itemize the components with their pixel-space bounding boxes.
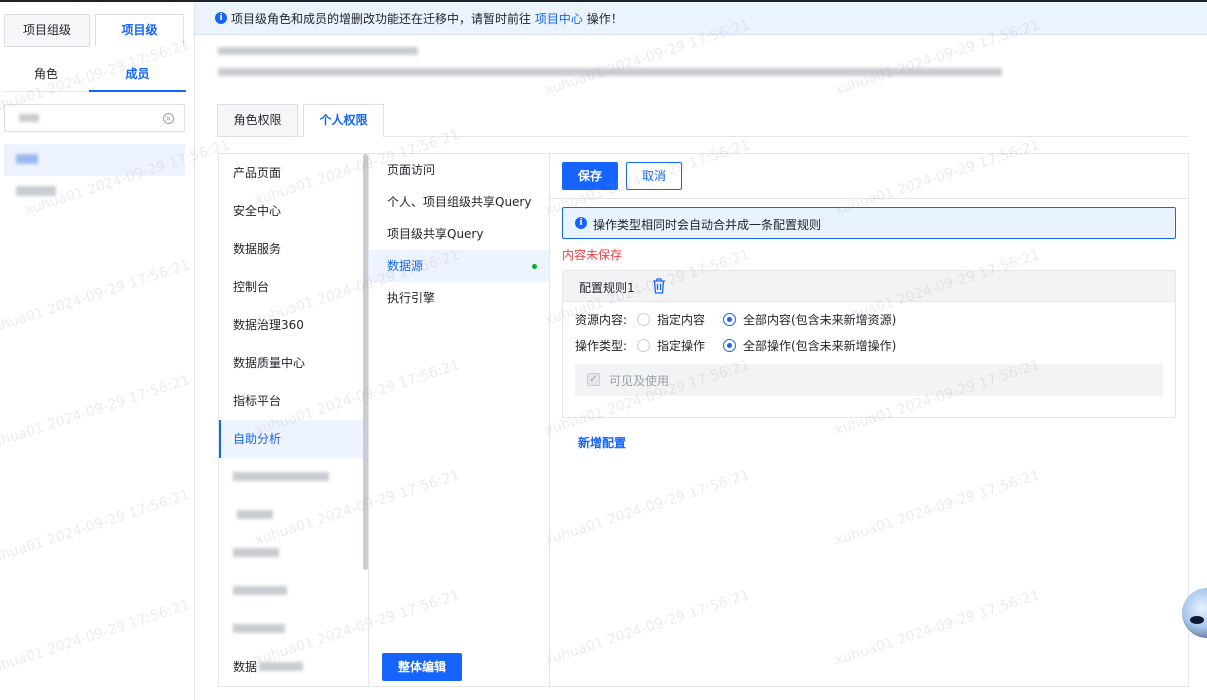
member-list-item[interactable] (4, 176, 185, 208)
trash-icon[interactable] (651, 277, 667, 295)
member-list-item-selected[interactable] (4, 144, 185, 176)
category-item[interactable]: 页面访问 (369, 154, 549, 186)
cancel-button[interactable]: 取消 (626, 162, 682, 190)
product-item-redacted[interactable] (219, 534, 363, 572)
product-name-redacted (233, 624, 285, 633)
product-item-redacted[interactable] (219, 572, 363, 610)
bulk-edit-button[interactable]: 整体编辑 (382, 653, 462, 681)
product-item[interactable]: 数据质量中心 (219, 344, 363, 382)
permission-editor: 产品页面 安全中心 数据服务 控制台 数据治理360 数据质量中心 指标平台 自… (218, 153, 1189, 687)
tab-member[interactable]: 成员 (89, 56, 186, 92)
product-item-redacted[interactable] (219, 458, 363, 496)
add-config-link[interactable]: 新增配置 (578, 434, 626, 451)
category-item[interactable]: 个人、项目组级共享Query (369, 186, 549, 218)
left-panel: 项目组级 项目级 角色 成员 × (0, 2, 195, 700)
tab-role-permission[interactable]: 角色权限 (217, 104, 298, 137)
config-rule-title: 配置规则1 (579, 281, 635, 295)
info-icon: i (215, 12, 227, 24)
member-detail-redacted (218, 68, 1002, 76)
product-name-redacted (259, 662, 303, 671)
tab-role[interactable]: 角色 (4, 56, 88, 92)
product-list-scrollbar[interactable] (363, 154, 368, 570)
operation-type-label: 操作类型: (575, 339, 628, 353)
visible-use-label: 可见及使用 (609, 374, 670, 388)
tab-personal-permission[interactable]: 个人权限 (303, 104, 384, 137)
resource-specified-label[interactable]: 指定内容 (657, 311, 705, 328)
product-item-partial[interactable]: 数据 (219, 648, 363, 686)
clear-icon[interactable]: × (163, 113, 174, 124)
merge-notice-text: 操作类型相同时会自动合并成一条配置规则 (593, 218, 822, 232)
member-search: × (4, 104, 185, 132)
product-name-redacted (233, 586, 287, 595)
resource-all-label[interactable]: 全部内容(包含未来新增资源) (743, 311, 896, 328)
visible-use-checkbox[interactable]: ✓ (587, 373, 600, 386)
operation-options: ✓ 可见及使用 (575, 364, 1163, 396)
info-icon: i (575, 217, 587, 229)
banner-text-after: 操作！ (586, 12, 623, 26)
banner-text: 项目级角色和成员的增删改功能还在迁移中，请暂时前往 项目中心 操作！ (231, 10, 623, 27)
member-name-redacted (16, 154, 38, 164)
save-button[interactable]: 保存 (562, 162, 618, 190)
permission-category-list: 页面访问 个人、项目组级共享Query 项目级共享Query 数据源 执行引擎 … (369, 154, 550, 686)
product-item[interactable]: 产品页面 (219, 154, 363, 192)
product-name-redacted (233, 472, 329, 481)
product-item-redacted[interactable] (219, 610, 363, 648)
config-panel: 保存 取消 i 操作类型相同时会自动合并成一条配置规则 内容未保存 配置规则1 … (550, 154, 1188, 686)
project-center-link[interactable]: 项目中心 (535, 12, 583, 26)
operation-all-radio[interactable] (723, 339, 736, 352)
level-tabs: 项目组级 项目级 (4, 14, 184, 48)
resource-content-label: 资源内容: (575, 313, 628, 327)
category-item[interactable]: 项目级共享Query (369, 218, 549, 250)
product-item[interactable]: 数据服务 (219, 230, 363, 268)
category-item[interactable]: 执行引擎 (369, 282, 549, 314)
category-label: 数据源 (387, 259, 424, 273)
member-header-redacted (218, 47, 418, 55)
operation-specified-label[interactable]: 指定操作 (657, 337, 705, 354)
product-item[interactable]: 安全中心 (219, 192, 363, 230)
modified-dot-icon (532, 264, 537, 269)
product-list: 产品页面 安全中心 数据服务 控制台 数据治理360 数据质量中心 指标平台 自… (219, 154, 369, 686)
resource-all-radio[interactable] (723, 313, 736, 326)
member-name-redacted (16, 186, 56, 196)
resource-specified-radio[interactable] (637, 313, 650, 326)
category-item-selected[interactable]: 数据源 (369, 250, 549, 282)
config-rule-card: 配置规则1 资源内容: 指定内容 全部内容(包含未来新增资源) 操作类型: 指定… (562, 270, 1176, 418)
product-label-partial: 数据 (233, 660, 258, 674)
migration-banner: i 项目级角色和成员的增删改功能还在迁移中，请暂时前往 项目中心 操作！ (195, 2, 1207, 35)
product-item-redacted[interactable] (219, 496, 363, 534)
search-value-redacted (19, 114, 39, 122)
tab-project-level[interactable]: 项目级 (95, 14, 184, 47)
product-item-selected[interactable]: 自助分析 (219, 420, 363, 458)
unsaved-warning: 内容未保存 (562, 248, 623, 262)
merge-notice: i 操作类型相同时会自动合并成一条配置规则 (562, 207, 1176, 239)
banner-text-before: 项目级角色和成员的增删改功能还在迁移中，请暂时前往 (231, 12, 532, 26)
config-rule-header: 配置规则1 (563, 271, 1175, 302)
role-member-tabs: 角色 成员 (4, 56, 186, 92)
product-item[interactable]: 指标平台 (219, 382, 363, 420)
product-name-redacted (233, 548, 279, 557)
operation-specified-radio[interactable] (637, 339, 650, 352)
product-item[interactable]: 控制台 (219, 268, 363, 306)
tab-project-group-level[interactable]: 项目组级 (4, 14, 90, 47)
product-item[interactable]: 数据治理360 (219, 306, 363, 344)
toolbar-divider (550, 198, 1188, 199)
product-name-redacted (237, 510, 273, 519)
permission-tabs: 角色权限 个人权限 (217, 104, 1189, 137)
operation-all-label[interactable]: 全部操作(包含未来新增操作) (743, 337, 896, 354)
